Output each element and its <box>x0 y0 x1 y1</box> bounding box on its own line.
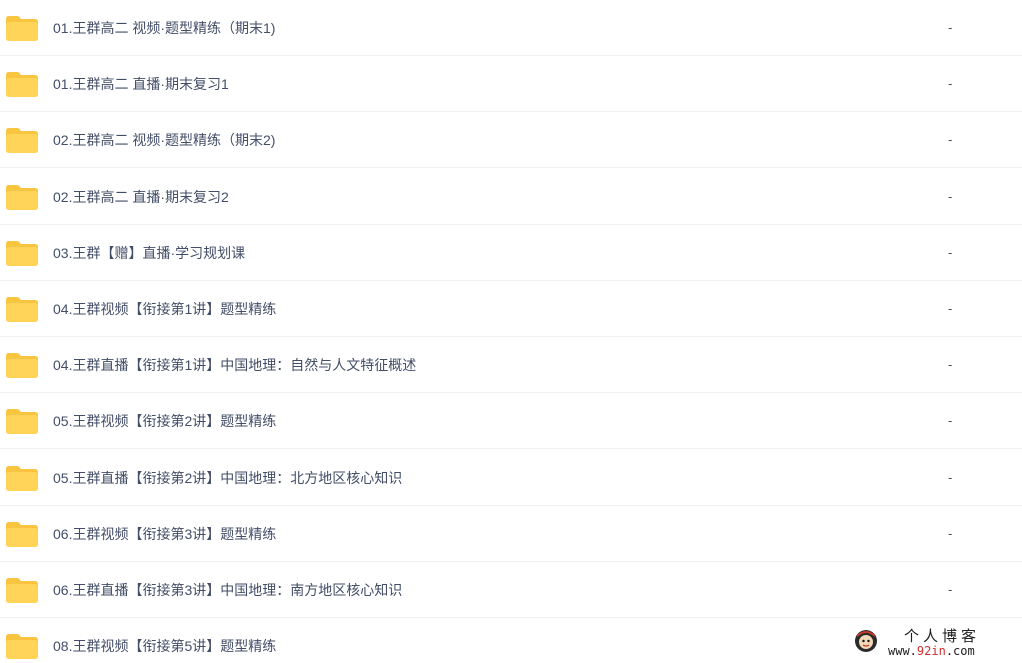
file-row[interactable]: 04.王群直播【衔接第1讲】中国地理：自然与人文特征概述 - <box>0 337 1022 394</box>
folder-icon <box>6 72 38 98</box>
folder-icon <box>6 634 38 660</box>
file-size: - <box>948 301 953 316</box>
folder-icon <box>6 16 38 41</box>
file-row[interactable]: 01.王群高二 直播·期末复习1 - <box>0 56 1022 113</box>
file-row[interactable]: 06.王群直播【衔接第3讲】中国地理：南方地区核心知识 - <box>0 562 1022 618</box>
folder-icon <box>6 297 38 322</box>
file-name[interactable]: 05.王群视频【衔接第2讲】题型精练 <box>53 411 276 431</box>
file-size: - <box>948 132 953 148</box>
folder-icon <box>6 465 38 491</box>
file-row[interactable]: 06.王群视频【衔接第3讲】题型精练 - <box>0 506 1022 562</box>
file-size: - <box>948 357 953 373</box>
file-list: 01.王群高二 视频·题型精练（期末1) -01.王群高二 直播·期末复习1-02… <box>0 0 1022 663</box>
file-name[interactable]: 04.王群直播【衔接第1讲】中国地理：自然与人文特征概述 <box>53 355 416 375</box>
file-row[interactable]: 02.王群高二 直播·期末复习2 - <box>0 169 1022 225</box>
file-name[interactable]: 06.王群直播【衔接第3讲】中国地理：南方地区核心知识 <box>53 580 402 600</box>
file-name[interactable]: 02.王群高二 直播·期末复习2 <box>53 187 229 207</box>
watermark-url: www.92in.com <box>888 644 975 658</box>
file-size: - <box>948 244 953 260</box>
watermark-title: 个人博客 <box>904 627 981 645</box>
folder-icon <box>6 184 38 210</box>
file-name[interactable]: 01.王群高二 视频·题型精练（期末1) <box>53 18 275 38</box>
file-row[interactable]: 05.王群直播【衔接第2讲】中国地理：北方地区核心知识 - <box>0 450 1022 506</box>
file-row[interactable]: 05.王群视频【衔接第2讲】题型精练 - <box>0 393 1022 450</box>
file-row[interactable]: 03.王群【赠】直播·学习规划课 - <box>0 225 1022 281</box>
folder-icon <box>6 578 38 603</box>
mascot-logo <box>855 630 877 652</box>
folder-icon <box>6 409 38 435</box>
file-row[interactable]: 01.王群高二 视频·题型精练（期末1) - <box>0 0 1022 56</box>
file-name[interactable]: 02.王群高二 视频·题型精练（期末2) <box>53 130 275 150</box>
file-name[interactable]: 08.王群视频【衔接第5讲】题型精练 <box>53 636 276 656</box>
file-size: - <box>948 469 953 485</box>
file-name[interactable]: 05.王群直播【衔接第2讲】中国地理：北方地区核心知识 <box>53 468 402 488</box>
file-name[interactable]: 06.王群视频【衔接第3讲】题型精练 <box>53 524 276 544</box>
file-size: - <box>948 413 953 429</box>
file-name[interactable]: 03.王群【赠】直播·学习规划课 <box>53 243 245 263</box>
file-name[interactable]: 04.王群视频【衔接第1讲】题型精练 <box>53 299 276 319</box>
folder-icon <box>6 353 38 379</box>
file-row[interactable]: 04.王群视频【衔接第1讲】题型精练 - <box>0 281 1022 337</box>
file-name[interactable]: 01.王群高二 直播·期末复习1 <box>53 74 229 94</box>
file-size: - <box>948 582 953 597</box>
file-size: - <box>948 188 953 204</box>
folder-icon <box>6 128 38 154</box>
folder-icon <box>6 521 38 547</box>
file-size: - <box>948 20 953 35</box>
folder-icon <box>6 240 38 266</box>
watermark: 个人博客 www.92in.com <box>850 624 1020 662</box>
file-size: - <box>948 525 953 541</box>
file-row[interactable]: 02.王群高二 视频·题型精练（期末2) - <box>0 112 1022 169</box>
file-size: - <box>948 76 953 92</box>
